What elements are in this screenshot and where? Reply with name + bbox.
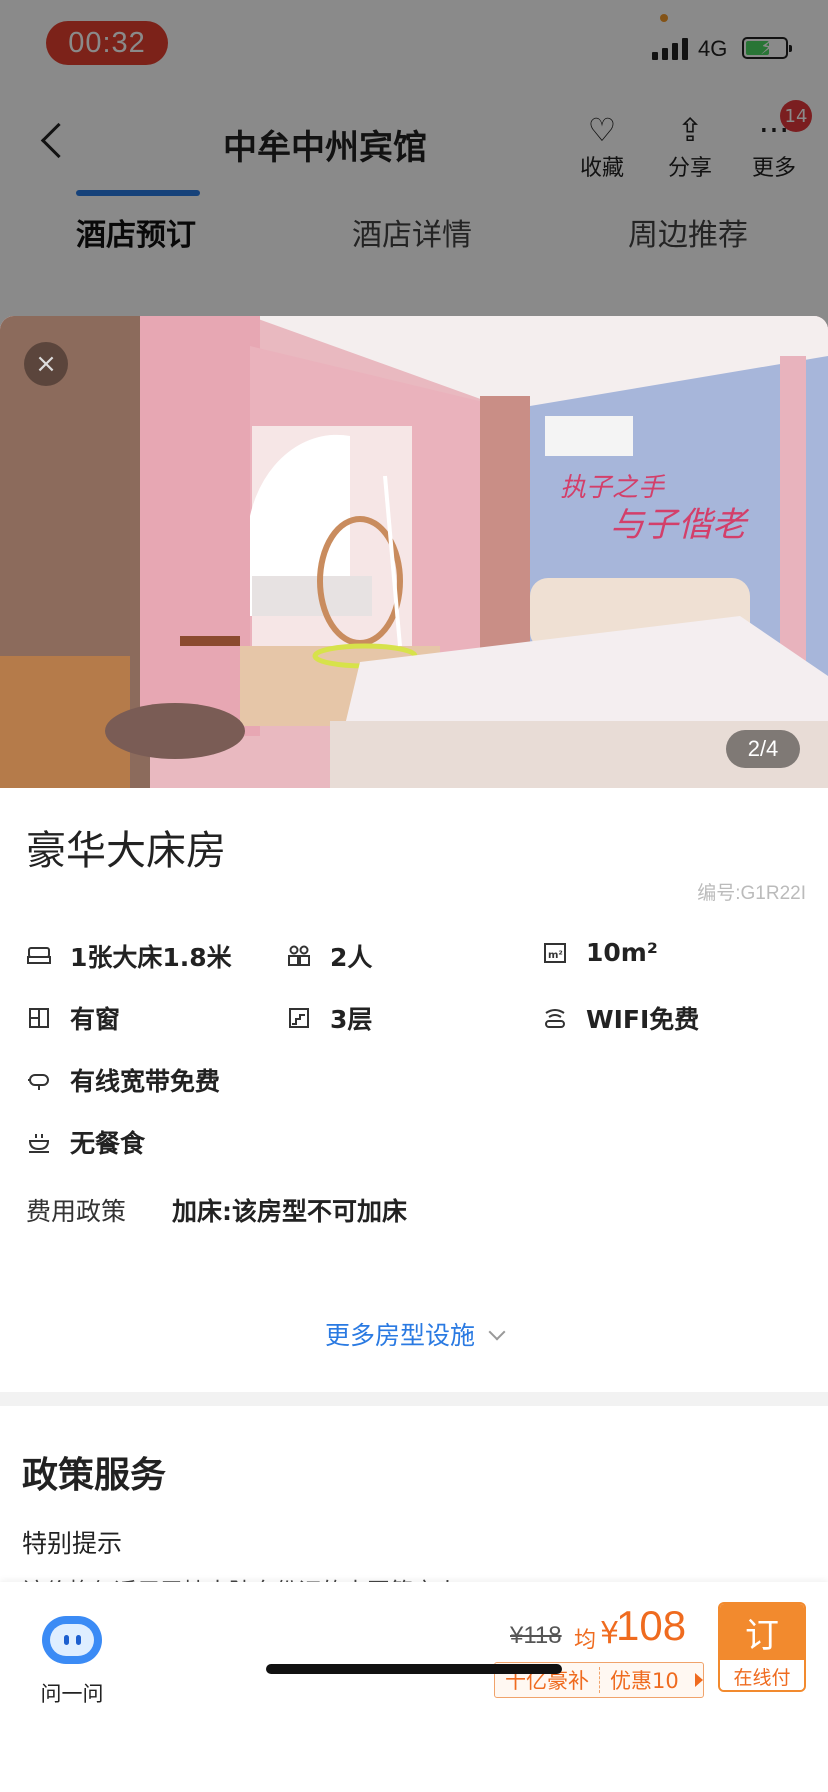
facility-meal: 无餐食 [26, 1124, 145, 1160]
close-icon[interactable]: × [24, 342, 68, 386]
window-icon [26, 1005, 52, 1031]
book-button[interactable]: 订 在线付 [718, 1602, 806, 1692]
pay-online-label: 在线付 [720, 1660, 804, 1690]
facility-guests: 2人 [286, 938, 372, 974]
policy-section-title: 政策服务 [22, 1455, 167, 1496]
facility-window: 有窗 [26, 1000, 120, 1036]
photo-counter: 2/4 [726, 730, 800, 768]
current-price: 108 [616, 1602, 687, 1649]
facility-window-label: 有窗 [70, 1005, 121, 1034]
facility-guests-label: 2人 [330, 943, 373, 972]
robot-assistant-icon [42, 1616, 102, 1664]
facility-area-label: 10m² [586, 938, 658, 967]
svg-text:执子之手: 执子之手 [560, 473, 666, 503]
facility-area: m² 10m² [542, 938, 658, 967]
wifi-icon [542, 1005, 568, 1031]
svg-text:m²: m² [548, 950, 563, 961]
bed-icon [26, 943, 52, 969]
caret-right-icon [694, 1673, 703, 1687]
facility-wifi-label: WIFI免费 [586, 1005, 700, 1034]
facility-floor: 3层 [286, 1000, 372, 1036]
dim-overlay[interactable] [0, 0, 828, 330]
facility-broadband-label: 有线宽带免费 [70, 1067, 221, 1096]
average-label: 均 [574, 1628, 597, 1653]
more-facilities-label: 更多房型设施 [324, 1321, 475, 1350]
ethernet-icon [26, 1067, 52, 1093]
fee-policy-label: 费用政策 [26, 1197, 127, 1226]
facility-meal-label: 无餐食 [70, 1129, 146, 1158]
booking-bar: 问一问 ¥118 均 ¥ 108 十亿豪补 优惠10 订 在线付 [0, 1582, 828, 1792]
facility-bed-label: 1张大床1.8米 [70, 943, 232, 972]
fee-policy-value: 加床:该房型不可加床 [172, 1197, 407, 1226]
stairs-icon [286, 1005, 312, 1031]
facility-floor-label: 3层 [330, 1005, 373, 1034]
room-detail-sheet: 执子之手 与子偕老 × 2/4 豪华大床房 编号:G1R22I 1张大床1.8米 [0, 316, 828, 1792]
facility-wifi: WIFI免费 [542, 1000, 699, 1036]
room-name: 豪华大床房 [26, 828, 226, 874]
room-photo[interactable]: 执子之手 与子偕老 × 2/4 [0, 316, 828, 788]
section-divider [0, 1392, 828, 1406]
room-code: 编号:G1R22I [697, 883, 806, 904]
people-icon [286, 943, 312, 969]
more-facilities-link[interactable]: 更多房型设施 [0, 1316, 828, 1352]
promo-discount: 优惠10 [610, 1669, 679, 1693]
svg-text:与子偕老: 与子偕老 [610, 505, 750, 545]
home-indicator[interactable] [266, 1664, 562, 1674]
facility-bed: 1张大床1.8米 [26, 938, 232, 974]
book-label: 订 [720, 1604, 804, 1660]
chevron-down-icon [488, 1323, 506, 1341]
special-notice-label: 特别提示 [22, 1529, 123, 1558]
room-photo-illustration: 执子之手 与子偕老 [0, 316, 828, 788]
ask-button[interactable]: 问一问 [30, 1616, 114, 1708]
area-icon: m² [542, 940, 568, 966]
ask-label: 问一问 [40, 1682, 104, 1706]
facility-broadband: 有线宽带免费 [26, 1062, 220, 1098]
meal-icon [26, 1129, 52, 1155]
original-price: ¥118 [510, 1622, 562, 1649]
